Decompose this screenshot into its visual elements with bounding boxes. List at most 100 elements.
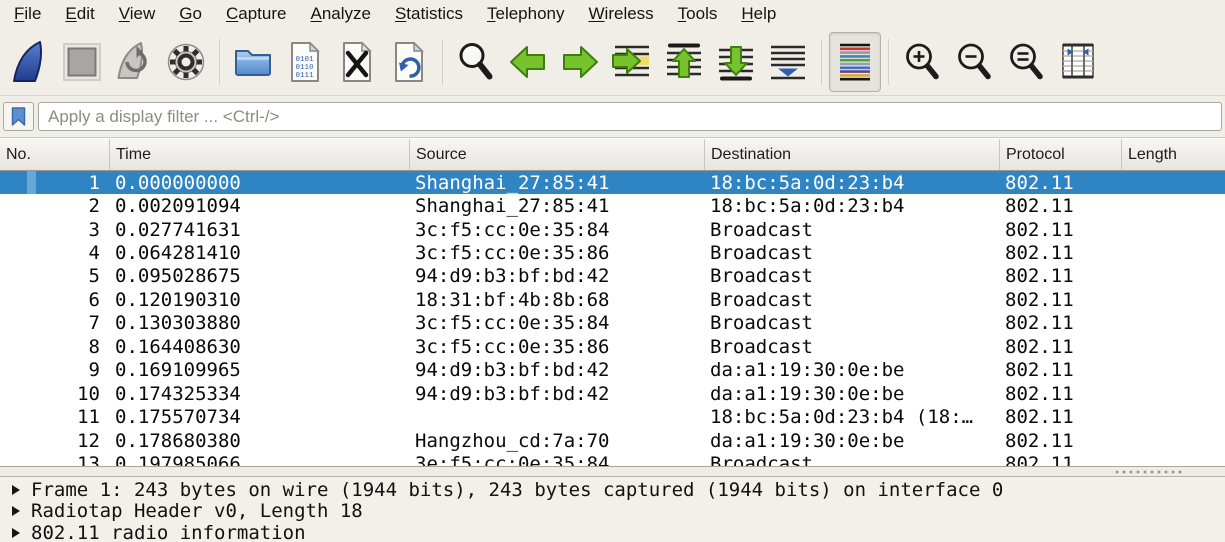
expander-icon[interactable] xyxy=(12,506,20,516)
packet-row-6[interactable]: 60.12019031018:31:bf:4b:8b:68Broadcast80… xyxy=(0,288,1225,311)
arrow-right-icon xyxy=(557,39,603,85)
column-header-source[interactable]: Source xyxy=(410,139,705,170)
menu-view[interactable]: View xyxy=(107,1,168,27)
menu-help[interactable]: Help xyxy=(729,1,788,27)
filter-bookmark-button[interactable] xyxy=(3,102,34,131)
go-forward-button[interactable] xyxy=(554,32,606,92)
close-file-button[interactable] xyxy=(331,32,383,92)
menu-capture[interactable]: Capture xyxy=(214,1,298,27)
open-file-button[interactable] xyxy=(227,32,279,92)
packet-row-11[interactable]: 110.17557073418:bc:5a:0d:23:b4 (18:…802.… xyxy=(0,405,1225,428)
packet-row-5[interactable]: 50.09502867594:d9:b3:bf:bd:42Broadcast80… xyxy=(0,265,1225,288)
resize-columns-button[interactable] xyxy=(1052,32,1104,92)
menu-wireless[interactable]: Wireless xyxy=(577,1,666,27)
cell-source: Shanghai_27:85:41 xyxy=(410,195,705,217)
cell-time: 0.174325334 xyxy=(110,383,410,405)
capture-options-button[interactable] xyxy=(160,32,212,92)
toolbar-separator xyxy=(442,39,443,85)
save-file-icon: 010101100111 xyxy=(282,39,328,85)
cell-no: 6 xyxy=(0,289,110,311)
detail-row-1[interactable]: Frame 1: 243 bytes on wire (1944 bits), … xyxy=(0,479,1225,501)
display-filter-input[interactable] xyxy=(38,102,1222,131)
zoom-normal-button[interactable] xyxy=(1000,32,1052,92)
menu-edit[interactable]: Edit xyxy=(53,1,106,27)
cell-no: 13 xyxy=(0,453,110,466)
menu-telephony[interactable]: Telephony xyxy=(475,1,577,27)
cell-destination: Broadcast xyxy=(705,336,1000,358)
go-to-packet-button[interactable] xyxy=(606,32,658,92)
svg-text:0111: 0111 xyxy=(296,72,315,80)
detail-text: Radiotap Header v0, Length 18 xyxy=(31,500,363,522)
start-capture-button[interactable] xyxy=(4,32,56,92)
wireshark-window: FileEditViewGoCaptureAnalyzeStatisticsTe… xyxy=(0,0,1225,542)
packet-row-7[interactable]: 70.1303038803c:f5:cc:0e:35:84Broadcast80… xyxy=(0,312,1225,335)
find-packet-button[interactable] xyxy=(450,32,502,92)
cell-destination: Broadcast xyxy=(705,242,1000,264)
cell-destination: 18:bc:5a:0d:23:b4 xyxy=(705,172,1000,194)
packet-row-4[interactable]: 40.0642814103c:f5:cc:0e:35:86Broadcast80… xyxy=(0,241,1225,264)
cell-time: 0.130303880 xyxy=(110,312,410,334)
column-header-time[interactable]: Time xyxy=(110,139,410,170)
zoom-out-button[interactable] xyxy=(948,32,1000,92)
cell-time: 0.027741631 xyxy=(110,219,410,241)
menu-tools[interactable]: Tools xyxy=(666,1,730,27)
restart-capture-icon xyxy=(111,39,157,85)
cell-destination: 18:bc:5a:0d:23:b4 xyxy=(705,195,1000,217)
go-back-button[interactable] xyxy=(502,32,554,92)
arrow-left-icon xyxy=(505,39,551,85)
menu-analyze[interactable]: Analyze xyxy=(298,1,382,27)
cell-time: 0.197985066 xyxy=(110,453,410,466)
cell-time: 0.164408630 xyxy=(110,336,410,358)
column-header-protocol[interactable]: Protocol xyxy=(1000,139,1122,170)
restart-capture-button[interactable] xyxy=(108,32,160,92)
column-header-length[interactable]: Length xyxy=(1122,139,1225,170)
packet-row-3[interactable]: 30.0277416313c:f5:cc:0e:35:84Broadcast80… xyxy=(0,218,1225,241)
zoom-normal-icon xyxy=(1003,39,1049,85)
cell-source: 94:d9:b3:bf:bd:42 xyxy=(410,359,705,381)
cell-destination: da:a1:19:30:0e:be xyxy=(705,383,1000,405)
packet-row-13[interactable]: 130.1979850663e:f5:cc:0e:35:84Broadcast8… xyxy=(0,452,1225,466)
cell-time: 0.064281410 xyxy=(110,242,410,264)
colorize-button[interactable] xyxy=(829,32,881,92)
menu-file[interactable]: File xyxy=(2,1,53,27)
go-first-packet-button[interactable] xyxy=(658,32,710,92)
menu-go[interactable]: Go xyxy=(167,1,214,27)
packet-row-1[interactable]: 10.000000000Shanghai_27:85:4118:bc:5a:0d… xyxy=(0,171,1225,194)
menubar: FileEditViewGoCaptureAnalyzeStatisticsTe… xyxy=(0,0,1225,28)
expander-icon[interactable] xyxy=(12,485,20,495)
zoom-in-button[interactable] xyxy=(896,32,948,92)
detail-row-2[interactable]: Radiotap Header v0, Length 18 xyxy=(0,501,1225,523)
go-to-packet-icon xyxy=(609,39,655,85)
packet-row-8[interactable]: 80.1644086303c:f5:cc:0e:35:86Broadcast80… xyxy=(0,335,1225,358)
cell-protocol: 802.11 xyxy=(1000,359,1122,381)
auto-scroll-button[interactable] xyxy=(762,32,814,92)
cell-destination: 18:bc:5a:0d:23:b4 (18:… xyxy=(705,406,1000,428)
packet-row-10[interactable]: 100.17432533494:d9:b3:bf:bd:42da:a1:19:3… xyxy=(0,382,1225,405)
cell-no: 4 xyxy=(0,242,110,264)
cell-time: 0.178680380 xyxy=(110,430,410,452)
folder-open-icon xyxy=(230,39,276,85)
pane-splitter[interactable] xyxy=(0,466,1225,477)
stop-capture-button[interactable] xyxy=(56,32,108,92)
go-last-packet-button[interactable] xyxy=(710,32,762,92)
menu-statistics[interactable]: Statistics xyxy=(383,1,475,27)
packet-row-2[interactable]: 20.002091094Shanghai_27:85:4118:bc:5a:0d… xyxy=(0,194,1225,217)
cell-destination: Broadcast xyxy=(705,265,1000,287)
stop-icon xyxy=(59,39,105,85)
cell-source: 3e:f5:cc:0e:35:84 xyxy=(410,453,705,466)
column-header-no[interactable]: No. xyxy=(0,139,110,170)
detail-row-3[interactable]: 802.11 radio information xyxy=(0,522,1225,542)
save-file-button[interactable]: 010101100111 xyxy=(279,32,331,92)
cell-source: 3c:f5:cc:0e:35:84 xyxy=(410,312,705,334)
cell-source: 3c:f5:cc:0e:35:86 xyxy=(410,336,705,358)
packet-details-pane: Frame 1: 243 bytes on wire (1944 bits), … xyxy=(0,477,1225,542)
search-icon xyxy=(453,39,499,85)
reload-file-button[interactable] xyxy=(383,32,435,92)
packet-row-12[interactable]: 120.178680380Hangzhou_cd:7a:70da:a1:19:3… xyxy=(0,429,1225,452)
cell-time: 0.000000000 xyxy=(110,172,410,194)
resize-columns-icon xyxy=(1055,39,1101,85)
packet-row-9[interactable]: 90.16910996594:d9:b3:bf:bd:42da:a1:19:30… xyxy=(0,359,1225,382)
column-header-destination[interactable]: Destination xyxy=(705,139,1000,170)
expander-icon[interactable] xyxy=(12,528,20,538)
filter-toolbar xyxy=(0,96,1225,138)
